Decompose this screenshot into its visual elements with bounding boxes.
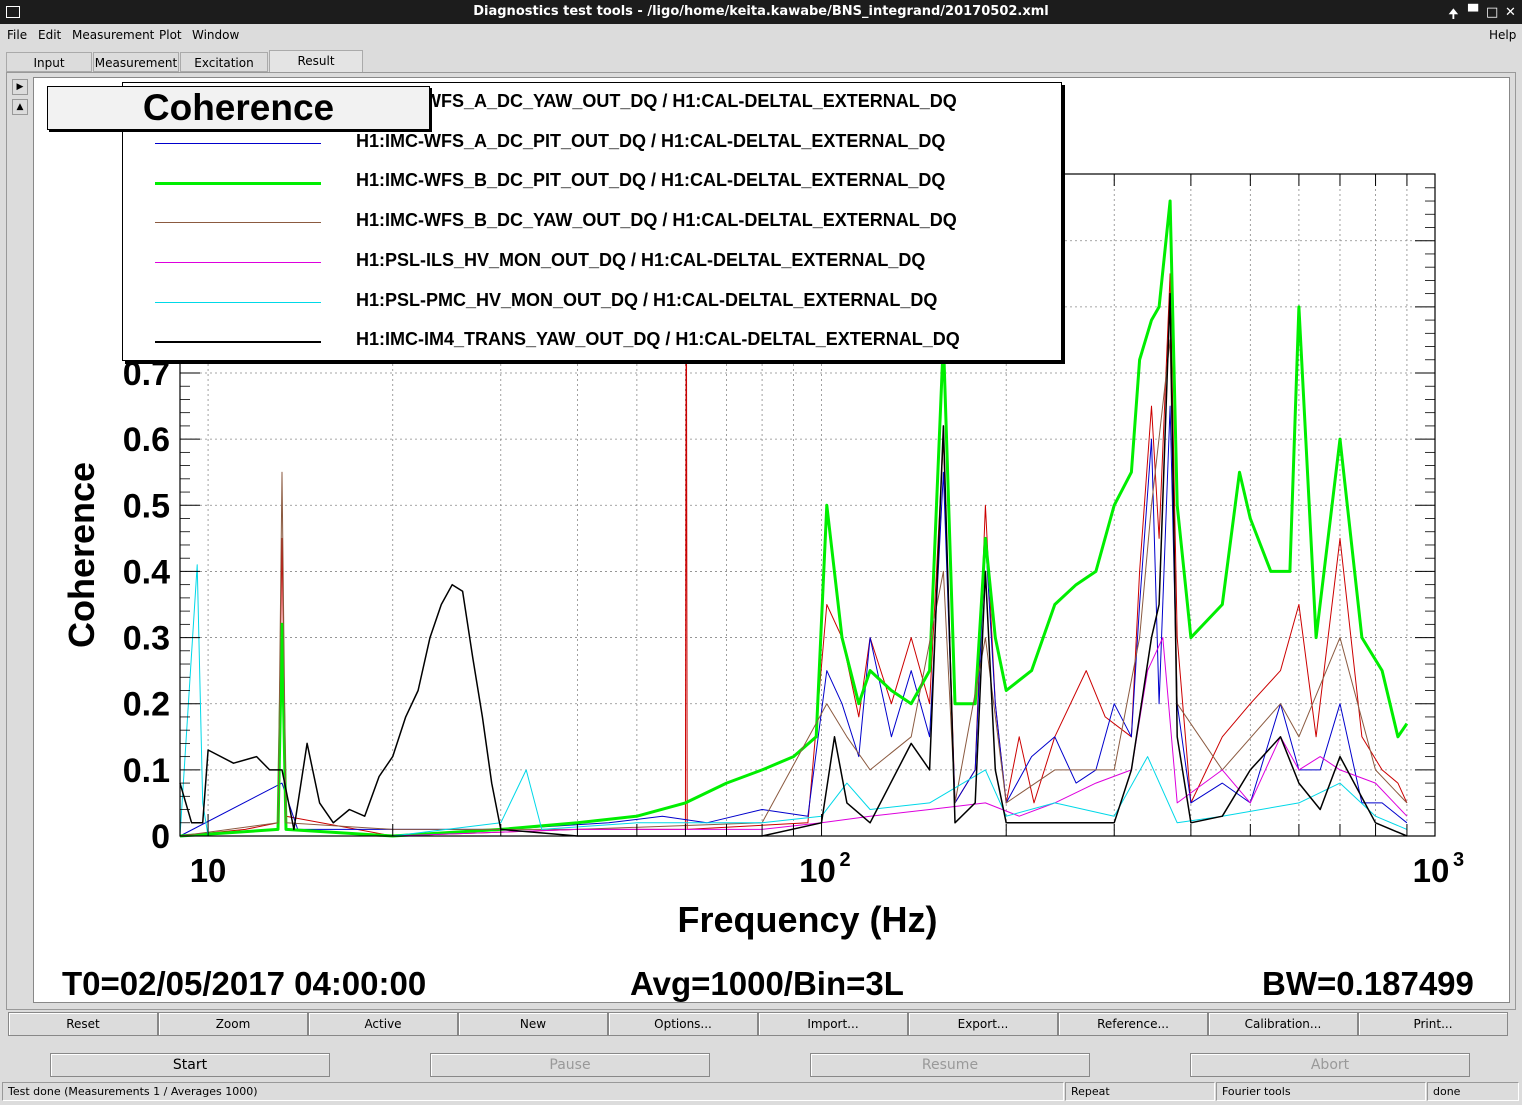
y-tick-label: 0: [151, 818, 170, 856]
plot-canvas[interactable]: 0 0.1 0.2 0.3 0.4 0.5 0.6 0.7 10 10 2 10 3 Frequency …: [33, 77, 1510, 1003]
y-tick-label: 0.5: [123, 487, 170, 525]
tab-bar: Input Measurement Excitation Result: [6, 50, 1516, 74]
collapse-up-icon[interactable]: ▲: [12, 99, 28, 115]
avg-label: Avg=1000/Bin=3L: [630, 965, 904, 1002]
pause-button[interactable]: Pause: [430, 1053, 710, 1077]
start-button[interactable]: Start: [50, 1053, 330, 1077]
bw-label: BW=0.187499: [1262, 965, 1474, 1002]
close-icon[interactable]: ✕: [1505, 5, 1516, 20]
menu-window[interactable]: Window: [192, 28, 239, 42]
restore-icon[interactable]: □: [1486, 5, 1498, 20]
x-tick-label: 10: [1413, 852, 1450, 889]
plot-title: Coherence: [142, 87, 335, 128]
tab-measurement[interactable]: Measurement: [93, 52, 179, 72]
options-button[interactable]: Options...: [608, 1012, 758, 1036]
new-button[interactable]: New: [458, 1012, 608, 1036]
legend-swatch: [155, 261, 321, 263]
status-repeat: Repeat: [1065, 1082, 1215, 1101]
resume-button[interactable]: Resume: [810, 1053, 1090, 1077]
minimize-icon[interactable]: ▀: [1468, 5, 1478, 20]
x-axis-title: Frequency (Hz): [677, 899, 937, 940]
menubar: File Edit Measurement Plot Window Help: [0, 26, 1522, 46]
legend-entry: H1:PSL-PMC_HV_MON_OUT_DQ / H1:CAL-DELTAL…: [123, 288, 1061, 318]
menu-file[interactable]: File: [7, 28, 27, 42]
x-tick-label: 10: [190, 852, 227, 889]
tab-excitation[interactable]: Excitation: [180, 52, 268, 72]
y-axis-title: Coherence: [61, 462, 102, 648]
legend-label: H1:PSL-PMC_HV_MON_OUT_DQ / H1:CAL-DELTAL…: [356, 289, 938, 310]
y-tick-label: 0.1: [123, 752, 170, 790]
active-button[interactable]: Active: [308, 1012, 458, 1036]
legend-entry: H1:IMC-IM4_TRANS_YAW_OUT_DQ / H1:CAL-DEL…: [123, 327, 1061, 357]
status-tools: Fourier tools: [1216, 1082, 1426, 1101]
window-title: Diagnostics test tools - /ligo/home/keit…: [473, 4, 1049, 19]
x-tick-exponent: 3: [1453, 849, 1464, 871]
legend-entry: H1:IMC-WFS_B_DC_PIT_OUT_DQ / H1:CAL-DELT…: [123, 168, 1061, 198]
y-tick-label: 0.4: [123, 553, 170, 591]
zoom-button[interactable]: Zoom: [158, 1012, 308, 1036]
y-tick-label: 0.3: [123, 620, 170, 658]
menu-plot[interactable]: Plot: [159, 28, 182, 42]
print-button[interactable]: Print...: [1358, 1012, 1508, 1036]
export-button[interactable]: Export...: [908, 1012, 1058, 1036]
legend-swatch: [155, 182, 321, 186]
menu-help[interactable]: Help: [1489, 28, 1516, 42]
legend-label: H1:PSL-ILS_HV_MON_OUT_DQ / H1:CAL-DELTAL…: [356, 249, 926, 270]
menu-edit[interactable]: Edit: [38, 28, 61, 42]
expand-right-icon[interactable]: ▶: [12, 79, 28, 95]
legend-label: H1:IMC-WFS_A_DC_PIT_OUT_DQ / H1:CAL-DELT…: [356, 130, 946, 151]
legend-entry: H1:IMC-WFS_A_DC_PIT_OUT_DQ / H1:CAL-DELT…: [123, 129, 1061, 159]
t0-label: T0=02/05/2017 04:00:00: [62, 965, 427, 1002]
legend-swatch: [155, 301, 321, 303]
maximize-arrow-icon[interactable]: 🠉: [1448, 5, 1459, 27]
plot-button-row: Reset Zoom Active New Options... Import.…: [8, 1012, 1508, 1036]
status-state: done: [1427, 1082, 1519, 1101]
plot-title-box: Coherence: [47, 86, 430, 130]
x-tick-label: 10: [799, 852, 836, 889]
legend-swatch: [155, 222, 321, 224]
menu-measurement[interactable]: Measurement: [72, 28, 154, 42]
calibration-button[interactable]: Calibration...: [1208, 1012, 1358, 1036]
legend-label: H1:IMC-WFS_B_DC_YAW_OUT_DQ / H1:CAL-DELT…: [356, 210, 957, 231]
abort-button[interactable]: Abort: [1190, 1053, 1470, 1077]
reference-button[interactable]: Reference...: [1058, 1012, 1208, 1036]
legend-entry: H1:IMC-WFS_B_DC_YAW_OUT_DQ / H1:CAL-DELT…: [123, 208, 1061, 238]
tab-result[interactable]: Result: [269, 50, 363, 74]
y-tick-label: 0.2: [123, 686, 170, 724]
import-button[interactable]: Import...: [758, 1012, 908, 1036]
legend-swatch: [155, 142, 321, 144]
reset-button[interactable]: Reset: [8, 1012, 158, 1036]
y-tick-label: 0.6: [123, 421, 170, 459]
legend-label: H1:IMC-IM4_TRANS_YAW_OUT_DQ / H1:CAL-DEL…: [356, 329, 960, 350]
tab-input[interactable]: Input: [6, 52, 92, 72]
x-tick-exponent: 2: [840, 849, 851, 871]
status-bar: Test done (Measurements 1 / Averages 100…: [0, 1082, 1522, 1102]
window-titlebar: Diagnostics test tools - /ligo/home/keit…: [0, 0, 1522, 24]
status-message: Test done (Measurements 1 / Averages 100…: [2, 1082, 1064, 1101]
legend-label: H1:IMC-WFS_A_DC_YAW_OUT_DQ / H1:CAL-DELT…: [356, 91, 957, 111]
legend-label: H1:IMC-WFS_B_DC_PIT_OUT_DQ / H1:CAL-DELT…: [356, 170, 946, 191]
legend-entry: H1:PSL-ILS_HV_MON_OUT_DQ / H1:CAL-DELTAL…: [123, 248, 1061, 278]
legend-swatch: [155, 341, 321, 343]
